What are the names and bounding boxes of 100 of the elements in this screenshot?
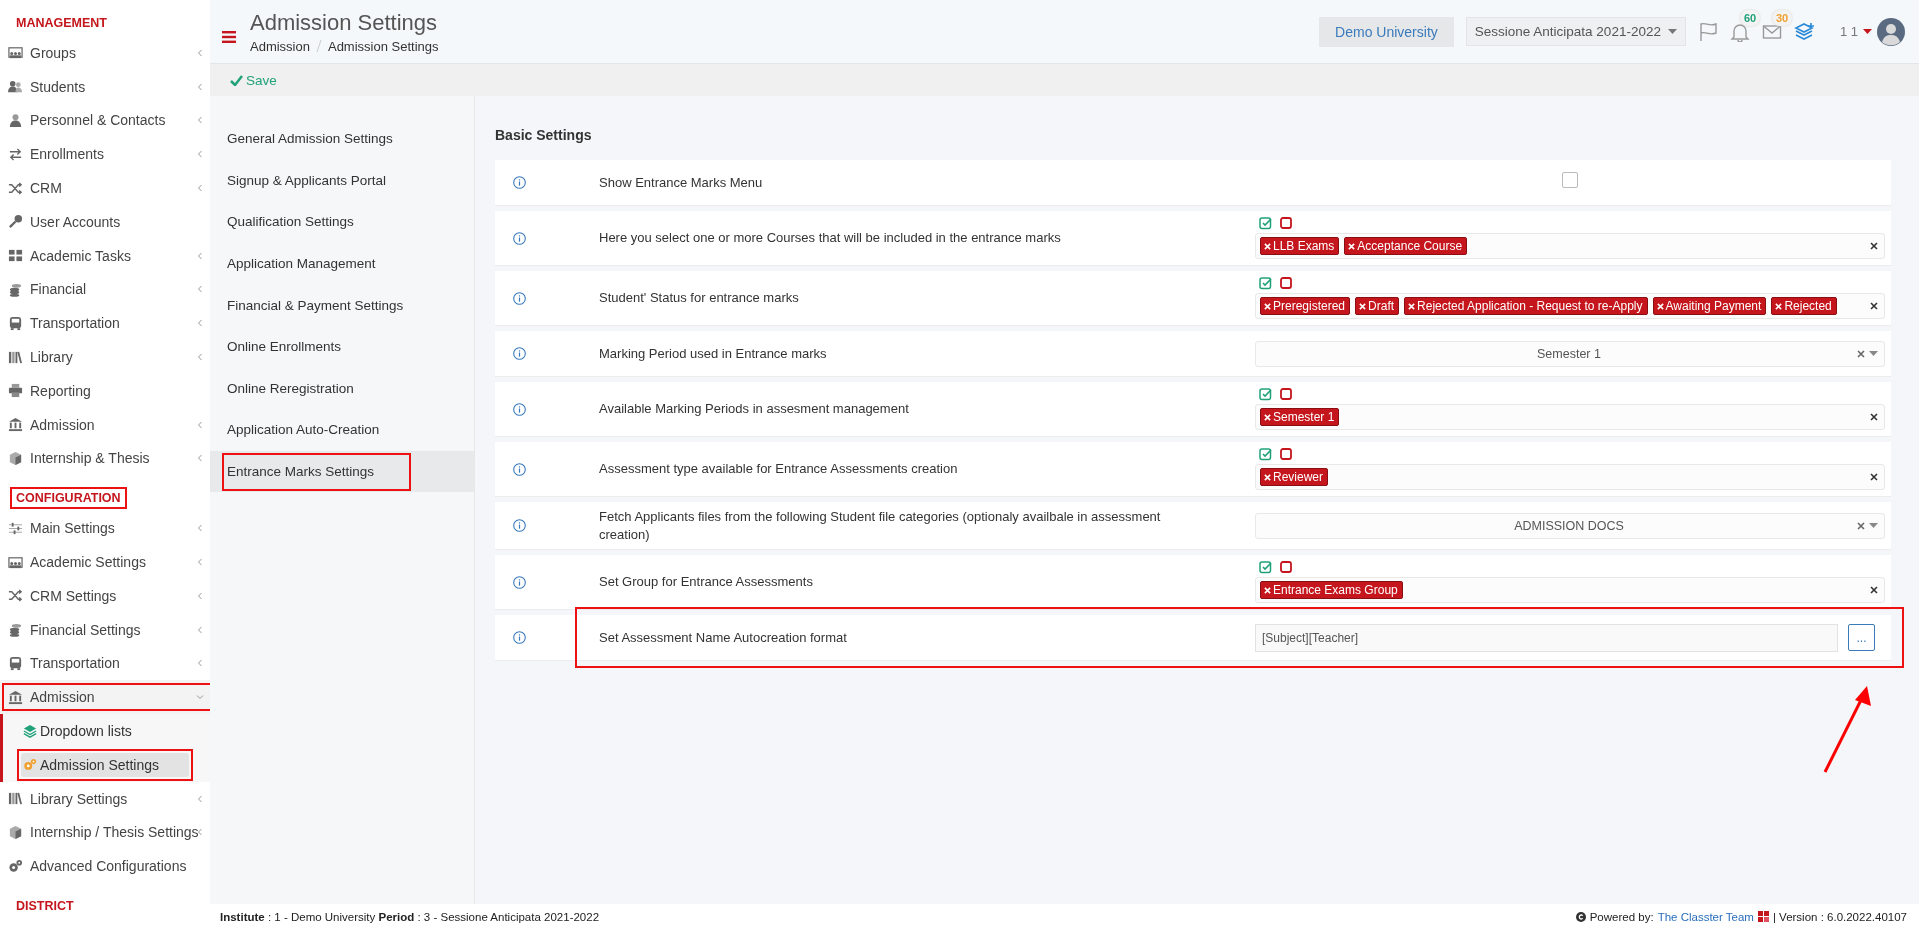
- multiselect-field[interactable]: Entrance Exams Group: [1255, 577, 1885, 604]
- clear-icon[interactable]: [1870, 302, 1878, 310]
- sidebar-item[interactable]: Financial: [0, 272, 210, 307]
- avatar[interactable]: [1877, 17, 1905, 46]
- multiselect-field[interactable]: Preregistered Draft Rejected Application - Request to re-Apply Awaiting Payment Rejected: [1255, 293, 1885, 319]
- select-all-icon[interactable]: [1259, 277, 1272, 290]
- settings-menu-item[interactable]: Entrance Marks Settings: [210, 450, 474, 493]
- tag[interactable]: LLB Exams: [1260, 237, 1340, 255]
- tag[interactable]: Rejected Application - Request to re-Apply: [1404, 297, 1648, 315]
- sidebar-item[interactable]: CRM Settings: [0, 578, 210, 613]
- tag[interactable]: Entrance Exams Group: [1260, 581, 1403, 600]
- settings-menu-item[interactable]: Financial & Payment Settings: [210, 284, 474, 326]
- remove-icon[interactable]: [1264, 586, 1271, 594]
- more-button[interactable]: ...: [1848, 624, 1875, 652]
- multiselect-field[interactable]: Reviewer: [1255, 464, 1885, 490]
- deselect-all-icon[interactable]: [1280, 388, 1292, 400]
- flag-icon[interactable]: [1697, 21, 1718, 42]
- breadcrumb[interactable]: Admission Settings: [327, 38, 439, 54]
- info-icon[interactable]: [513, 575, 526, 589]
- select-all-icon[interactable]: [1259, 217, 1272, 230]
- sidebar-item[interactable]: Students: [0, 69, 210, 104]
- sidebar-item[interactable]: Transportation: [0, 306, 210, 341]
- select-field[interactable]: ADMISSION DOCS: [1255, 512, 1885, 539]
- remove-icon[interactable]: [1408, 302, 1416, 310]
- clear-icon[interactable]: [1870, 586, 1878, 595]
- info-icon[interactable]: [513, 291, 526, 305]
- settings-menu-item[interactable]: Application Auto-Creation: [210, 409, 474, 451]
- team-link[interactable]: The Classter Team: [1657, 910, 1754, 923]
- sidebar-item[interactable]: Reporting: [0, 373, 210, 408]
- info-icon[interactable]: [513, 231, 526, 245]
- settings-menu-item[interactable]: Online Reregistration: [210, 367, 474, 410]
- sidebar-item[interactable]: Internship / Thesis Settings: [0, 815, 210, 850]
- caret-icon[interactable]: [1869, 523, 1878, 529]
- submenu-item[interactable]: Dropdown lists: [21, 723, 134, 740]
- period-dropdown[interactable]: Sessione Anticipata 2021-2022: [1465, 17, 1686, 46]
- user-name[interactable]: 1 1: [1839, 24, 1858, 39]
- remove-icon[interactable]: [1348, 242, 1356, 250]
- sidebar-item[interactable]: Financial Settings: [0, 612, 210, 647]
- clear-icon[interactable]: [1857, 349, 1865, 358]
- remove-icon[interactable]: [1656, 302, 1664, 310]
- sidebar-item[interactable]: Groups: [0, 36, 210, 70]
- clear-icon[interactable]: [1857, 521, 1865, 530]
- info-icon[interactable]: [513, 631, 526, 645]
- select-all-icon[interactable]: [1259, 448, 1272, 461]
- sidebar-item[interactable]: User Accounts: [0, 205, 210, 239]
- settings-menu-item[interactable]: Qualification Settings: [210, 201, 474, 243]
- clear-icon[interactable]: [1870, 473, 1878, 481]
- sidebar-item[interactable]: Transportation: [0, 646, 210, 681]
- sidebar-item[interactable]: Advanced Configurations: [0, 849, 210, 884]
- sidebar-item[interactable]: CRM: [0, 171, 210, 205]
- clear-icon[interactable]: [1870, 242, 1878, 250]
- info-icon[interactable]: [513, 519, 526, 533]
- checkbox[interactable]: [1562, 171, 1578, 188]
- remove-icon[interactable]: [1264, 473, 1271, 481]
- tag[interactable]: Draft: [1355, 297, 1400, 315]
- multiselect-field[interactable]: Semester 1: [1255, 404, 1885, 430]
- remove-icon[interactable]: [1264, 242, 1271, 250]
- sidebar-item[interactable]: Personnel & Contacts: [0, 103, 210, 138]
- sidebar-item[interactable]: Academic Settings: [0, 545, 210, 579]
- info-icon[interactable]: [513, 462, 526, 476]
- sidebar-item[interactable]: Enrollments: [0, 137, 210, 172]
- remove-icon[interactable]: [1359, 302, 1367, 310]
- tag[interactable]: Preregistered: [1260, 297, 1351, 315]
- tag[interactable]: Rejected: [1771, 297, 1837, 315]
- sidebar-item[interactable]: Library Settings: [0, 781, 210, 816]
- tag[interactable]: Awaiting Payment: [1652, 297, 1767, 315]
- info-icon[interactable]: [513, 347, 526, 360]
- text-field[interactable]: [Subject][Teacher]: [1255, 623, 1838, 652]
- info-icon[interactable]: [513, 402, 526, 416]
- sidebar-item[interactable]: Library: [0, 340, 210, 374]
- bell-icon[interactable]: [1729, 21, 1750, 42]
- remove-icon[interactable]: [1264, 302, 1271, 310]
- clear-icon[interactable]: [1870, 413, 1878, 421]
- select-all-icon[interactable]: [1259, 388, 1272, 401]
- settings-menu-item[interactable]: General Admission Settings: [210, 118, 474, 160]
- deselect-all-icon[interactable]: [1280, 217, 1292, 229]
- tag[interactable]: Reviewer: [1260, 468, 1328, 486]
- remove-icon[interactable]: [1264, 413, 1271, 421]
- deselect-all-icon[interactable]: [1280, 277, 1292, 289]
- tag[interactable]: Acceptance Course: [1344, 237, 1468, 255]
- settings-menu-item[interactable]: Application Management: [210, 242, 474, 285]
- sidebar-item[interactable]: Main Settings: [0, 511, 210, 546]
- caret-icon[interactable]: [1863, 29, 1872, 34]
- breadcrumb[interactable]: Admission: [250, 38, 310, 54]
- select-field[interactable]: Semester 1: [1255, 340, 1885, 367]
- tag[interactable]: Semester 1: [1260, 408, 1340, 426]
- settings-menu-item[interactable]: Signup & Applicants Portal: [210, 159, 474, 202]
- multiselect-field[interactable]: LLB Exams Acceptance Course: [1255, 233, 1885, 259]
- layers-plus-icon[interactable]: [1793, 21, 1816, 42]
- caret-icon[interactable]: [1869, 351, 1878, 356]
- info-icon[interactable]: [513, 176, 526, 189]
- sidebar-item[interactable]: Admission: [0, 407, 210, 442]
- deselect-all-icon[interactable]: [1280, 561, 1292, 574]
- menu-icon[interactable]: [222, 30, 236, 43]
- select-all-icon[interactable]: [1259, 561, 1272, 575]
- sidebar-item[interactable]: Academic Tasks: [0, 238, 210, 273]
- sidebar-item[interactable]: Admission: [0, 680, 210, 715]
- institute-button[interactable]: Demo University: [1319, 16, 1454, 47]
- deselect-all-icon[interactable]: [1280, 448, 1292, 460]
- remove-icon[interactable]: [1775, 302, 1783, 310]
